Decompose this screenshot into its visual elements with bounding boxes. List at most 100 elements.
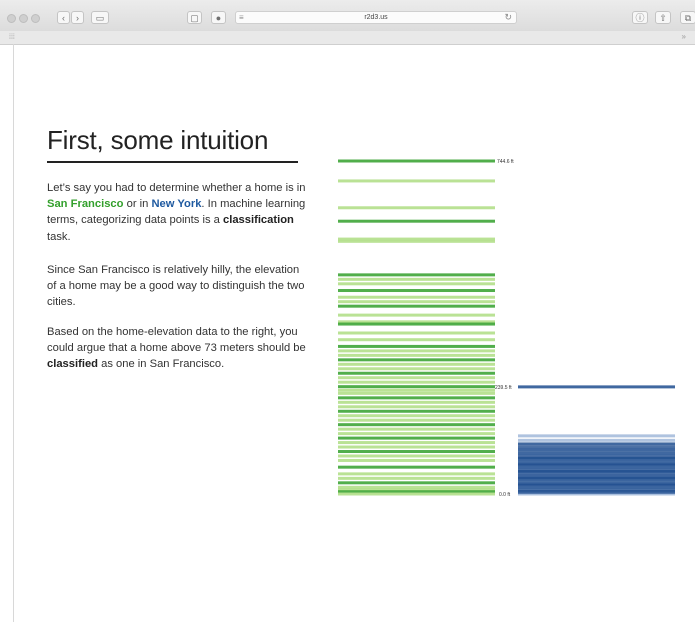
ny-elevation-strip	[518, 469, 675, 474]
intro-paragraph: Let’s say you had to determine whether a…	[47, 180, 309, 245]
reading-list-icon[interactable]: ▢	[187, 11, 202, 24]
sf-elevation-strip	[338, 344, 495, 348]
new-york-strips	[518, 385, 675, 496]
new-york-label: New York	[151, 198, 202, 211]
tick-label: 744.6 ft	[497, 159, 514, 165]
page-edge	[13, 44, 14, 622]
forward-icon[interactable]: ›	[71, 11, 84, 24]
text-run: or in	[123, 198, 152, 211]
tick-labels: 744.6 ft 239.5 ft 0.0 ft	[495, 159, 514, 498]
ny-elevation-strip	[518, 481, 675, 486]
more-chevron-icon[interactable]: »	[682, 32, 686, 42]
sf-elevation-strip	[338, 465, 495, 469]
ny-elevation-strip	[518, 438, 675, 442]
ny-elevation-strip	[518, 489, 675, 494]
sf-elevation-strip	[338, 405, 495, 409]
sf-elevation-strip	[338, 313, 495, 317]
sf-elevation-strip	[338, 358, 495, 362]
tick-label: 239.5 ft	[495, 385, 512, 391]
sf-elevation-strip	[338, 418, 495, 422]
sf-elevation-strip	[338, 349, 495, 353]
sf-elevation-strip	[338, 159, 495, 163]
sf-elevation-strip	[338, 304, 495, 308]
sf-elevation-strip	[338, 322, 495, 326]
zoom-window-icon[interactable]	[31, 14, 40, 23]
sf-elevation-strip	[338, 396, 495, 400]
sf-elevation-strip	[338, 338, 495, 342]
elevation-strip-chart: 744.6 ft 239.5 ft 0.0 ft	[338, 159, 675, 498]
sf-elevation-strip	[338, 239, 495, 243]
minimize-window-icon[interactable]	[19, 14, 28, 23]
ny-elevation-strip	[518, 445, 675, 450]
favorites-bar: ⁞⁞⁞ »	[0, 31, 695, 45]
address-bar[interactable]: ≡ r2d3.us ↻	[235, 11, 517, 24]
sf-elevation-strip	[338, 367, 495, 371]
sf-elevation-strip	[338, 423, 495, 427]
sf-elevation-strip	[338, 277, 495, 281]
sf-elevation-strip	[338, 362, 495, 366]
sf-elevation-strip	[338, 432, 495, 436]
ny-elevation-strip	[518, 442, 675, 446]
browser-toolbar: ‹ › ▭ ▢ ● ≡ r2d3.us ↻ ⓘ ⇧ ⧉	[0, 0, 695, 32]
browser-window: ‹ › ▭ ▢ ● ≡ r2d3.us ↻ ⓘ ⇧ ⧉ ⁞⁞⁞ » First,…	[0, 0, 695, 622]
sf-elevation-strip	[338, 219, 495, 223]
ny-elevation-strip	[518, 434, 675, 438]
tick-label: 0.0 ft	[499, 492, 511, 498]
ny-elevation-strip	[518, 485, 675, 490]
ny-elevation-strip	[518, 465, 675, 470]
elevation-paragraph: Since San Francisco is relatively hilly,…	[47, 264, 305, 309]
ny-elevation-strip	[518, 477, 675, 482]
text-run: Let’s say you had to determine whether a…	[47, 182, 306, 194]
favorites-grid-icon[interactable]: ⁞⁞⁞	[9, 33, 15, 42]
san-francisco-label: San Francisco	[47, 198, 124, 211]
sf-elevation-strip	[338, 206, 495, 210]
sf-elevation-strip	[338, 385, 495, 389]
ny-elevation-strip	[518, 461, 675, 466]
back-icon[interactable]: ‹	[57, 11, 70, 24]
sf-elevation-strip	[338, 414, 495, 418]
sf-elevation-strip	[338, 282, 495, 286]
sf-elevation-strip	[338, 481, 495, 485]
sf-elevation-strip	[338, 458, 495, 462]
reload-icon[interactable]: ↻	[504, 12, 512, 23]
sf-elevation-strip	[338, 295, 495, 299]
close-window-icon[interactable]	[7, 14, 16, 23]
sf-elevation-strip	[338, 476, 495, 480]
sf-elevation-strip	[338, 391, 495, 395]
threshold-paragraph: Based on the home-elevation data to the …	[47, 324, 309, 373]
sf-elevation-strip	[338, 353, 495, 357]
sf-elevation-strip	[338, 441, 495, 445]
sf-elevation-strip	[338, 331, 495, 335]
san-francisco-strips	[338, 159, 495, 496]
sf-elevation-strip	[338, 450, 495, 454]
sf-elevation-strip	[338, 492, 495, 496]
sf-elevation-strip	[338, 427, 495, 431]
sf-elevation-strip	[338, 445, 495, 449]
tabs-icon[interactable]: ⧉	[680, 11, 695, 24]
sf-elevation-strip	[338, 436, 495, 440]
ny-elevation-strip	[518, 449, 675, 454]
sf-elevation-strip	[338, 388, 495, 392]
sf-elevation-strip	[338, 179, 495, 183]
sf-elevation-strip	[338, 472, 495, 476]
sf-elevation-strip	[338, 300, 495, 304]
info-icon[interactable]: ⓘ	[632, 11, 648, 24]
sf-elevation-strip	[338, 273, 495, 277]
sf-elevation-strip	[338, 409, 495, 413]
ny-elevation-strip	[518, 453, 675, 458]
sf-elevation-strip	[338, 400, 495, 404]
ny-elevation-strip	[518, 385, 675, 389]
classified-term: classified	[47, 358, 98, 371]
url-text: r2d3.us	[364, 14, 388, 21]
sf-elevation-strip	[338, 380, 495, 384]
extension-icon[interactable]: ●	[211, 11, 226, 24]
share-icon[interactable]: ⇧	[655, 11, 671, 24]
sidebar-icon[interactable]: ▭	[91, 11, 109, 24]
section-title: First, some intuition	[47, 125, 269, 155]
sf-elevation-strip	[338, 454, 495, 458]
sf-elevation-strip	[338, 376, 495, 380]
ny-elevation-strip	[518, 473, 675, 478]
classification-term: classification	[222, 214, 294, 227]
title-rule	[47, 161, 298, 163]
text-run: Based on the home-elevation data to the …	[47, 326, 306, 355]
